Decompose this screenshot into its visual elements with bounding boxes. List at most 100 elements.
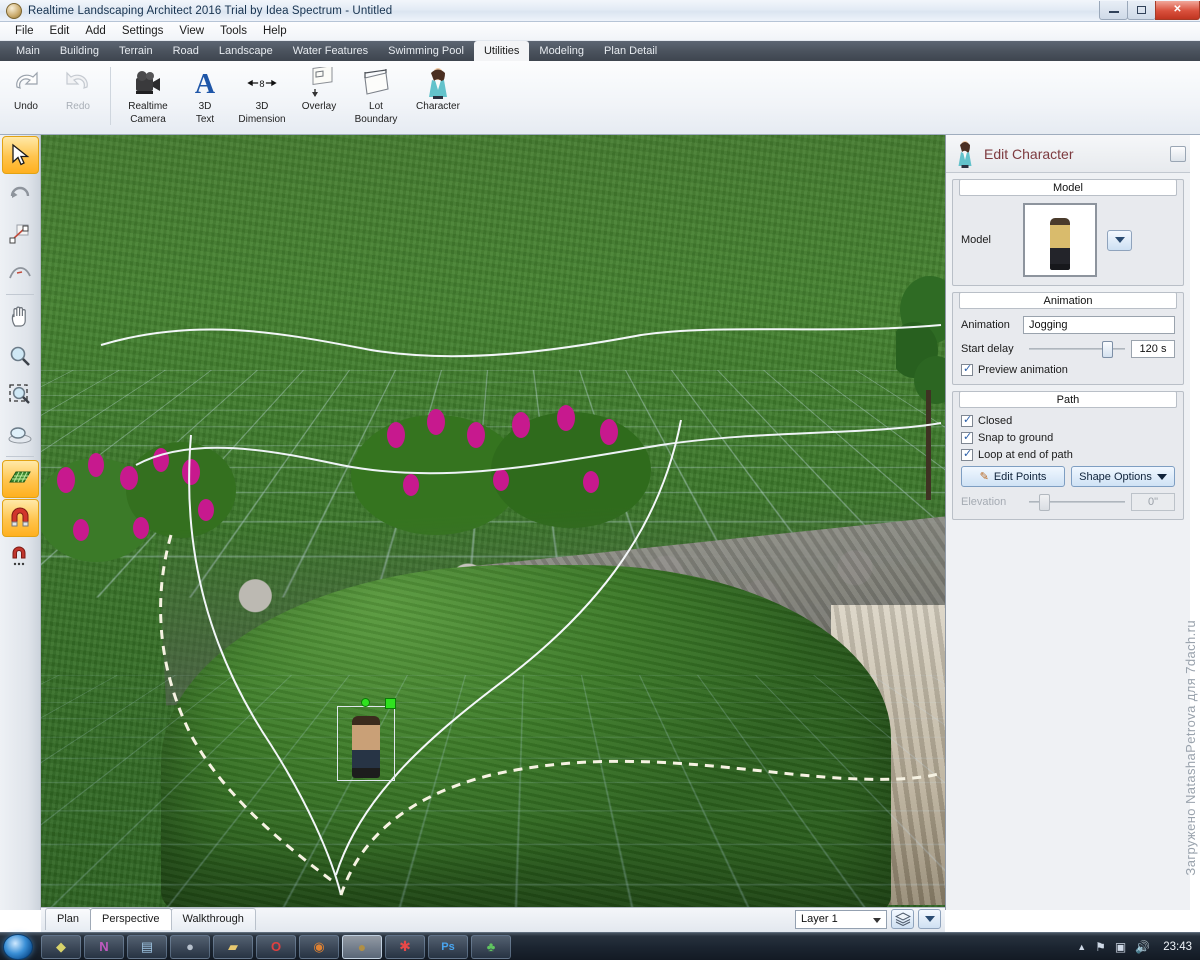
close-button[interactable]: ✕: [1155, 0, 1200, 20]
realtime-camera-button[interactable]: Realtime Camera: [117, 64, 179, 125]
watermark-text: Загружено NatashaPetrova для 7dach.ru: [1183, 620, 1198, 876]
undo-arrow-icon: [16, 71, 38, 89]
menu-item-tools[interactable]: Tools: [212, 23, 255, 39]
path-button-row: ✎ Edit Points Shape Options: [961, 466, 1175, 487]
taskbar-item-landscaping[interactable]: ●: [342, 934, 382, 959]
3d-viewport[interactable]: ✋: [41, 135, 945, 907]
dimension-arrows-icon: 8: [247, 79, 277, 89]
tab-swimming-pool[interactable]: Swimming Pool: [378, 41, 474, 61]
menu-item-add[interactable]: Add: [77, 23, 113, 39]
closed-checkbox[interactable]: Closed: [961, 413, 1175, 427]
view-tab-walkthrough[interactable]: Walkthrough: [170, 908, 256, 930]
snap-to-ground-label: Snap to ground: [978, 432, 1054, 444]
maple-icon: ✱: [399, 938, 411, 954]
tab-plan-detail[interactable]: Plan Detail: [594, 41, 667, 61]
zoom-extents-icon: [8, 427, 32, 444]
taskbar-clock[interactable]: 23:43: [1163, 941, 1192, 953]
chevron-down-icon: [873, 917, 881, 923]
tab-water-features[interactable]: Water Features: [283, 41, 378, 61]
character-model-thumbnail[interactable]: [1023, 203, 1097, 277]
taskbar-item-11[interactable]: ♣: [471, 934, 511, 959]
panel-close-button[interactable]: [1170, 145, 1186, 162]
volume-icon[interactable]: 🔊: [1135, 940, 1150, 954]
lot-boundary-button[interactable]: Lot Boundary: [345, 64, 407, 125]
model-group-title: Model: [959, 179, 1177, 196]
shape-options-button[interactable]: Shape Options: [1071, 466, 1175, 487]
character-label: Character: [416, 101, 460, 112]
taskbar-item-opera[interactable]: O: [256, 934, 296, 959]
view-tab-perspective[interactable]: Perspective: [90, 908, 172, 930]
snap-to-ground-checkbox[interactable]: Snap to ground: [961, 430, 1175, 444]
undo-button[interactable]: Undo: [0, 64, 52, 112]
action-center-flag-icon[interactable]: ⚑: [1095, 940, 1106, 954]
menu-item-view[interactable]: View: [171, 23, 212, 39]
pan-tool[interactable]: [2, 298, 39, 336]
edit-points-tool[interactable]: [2, 214, 39, 252]
snap-magnet-tool[interactable]: [1, 499, 39, 537]
realtime-camera-label-1: Realtime: [128, 101, 168, 112]
menu-item-settings[interactable]: Settings: [114, 23, 172, 39]
edit-point-icon: [9, 224, 29, 244]
zoom-window-tool[interactable]: [2, 376, 39, 414]
redo-button[interactable]: Redo: [52, 64, 104, 112]
closed-label: Closed: [978, 415, 1013, 427]
green-scale-handle[interactable]: [385, 698, 396, 709]
animation-group-body: Animation Jogging Start delay 120 s Prev…: [953, 310, 1183, 384]
grid-tool[interactable]: [1, 460, 39, 498]
tab-modeling[interactable]: Modeling: [529, 41, 594, 61]
tab-building[interactable]: Building: [50, 41, 109, 61]
taskbar-item-photoshop[interactable]: Ps: [428, 934, 468, 959]
minimize-button[interactable]: [1099, 0, 1128, 20]
selected-character-bbox[interactable]: [337, 706, 395, 781]
taskbar-item-maple[interactable]: ✱: [385, 934, 425, 959]
tab-utilities[interactable]: Utilities: [473, 41, 530, 61]
taskbar-item-4[interactable]: ●: [170, 934, 210, 959]
3d-text-label-2: Text: [195, 114, 215, 125]
layers-button[interactable]: [891, 909, 914, 929]
slider-knob[interactable]: [1101, 341, 1113, 358]
start-delay-value[interactable]: 120 s: [1131, 340, 1175, 358]
taskbar-item-chrome[interactable]: ◉: [299, 934, 339, 959]
preview-animation-label: Preview animation: [978, 364, 1068, 376]
taskbar-item-3[interactable]: ▤: [127, 934, 167, 959]
show-hidden-icons-button[interactable]: ▲: [1077, 942, 1086, 952]
curve-tool[interactable]: [2, 253, 39, 291]
animation-value-field[interactable]: Jogging: [1023, 316, 1175, 334]
taskbar-item-onenote[interactable]: N: [84, 934, 124, 959]
zoom-tool[interactable]: [2, 337, 39, 375]
network-icon[interactable]: ▣: [1115, 940, 1126, 954]
path-group-title: Path: [959, 391, 1177, 408]
menu-item-help[interactable]: Help: [255, 23, 295, 39]
3d-text-button[interactable]: A 3D Text: [179, 64, 231, 125]
layer-select[interactable]: Layer 1: [795, 909, 887, 929]
layer-dropdown-button[interactable]: [918, 909, 941, 929]
tab-landscape[interactable]: Landscape: [209, 41, 283, 61]
edit-points-button[interactable]: ✎ Edit Points: [961, 466, 1065, 487]
view-tab-plan[interactable]: Plan: [45, 908, 92, 930]
rotate-tool[interactable]: [2, 175, 39, 213]
loop-at-end-label: Loop at end of path: [978, 449, 1073, 461]
select-arrow-tool[interactable]: [1, 136, 39, 174]
green-rotate-handle[interactable]: [361, 698, 370, 707]
start-button[interactable]: [3, 933, 33, 960]
menu-item-file[interactable]: File: [7, 23, 42, 39]
snap-options-tool[interactable]: [2, 538, 39, 576]
animation-group: Animation Animation Jogging Start delay …: [952, 292, 1184, 385]
tab-terrain[interactable]: Terrain: [109, 41, 163, 61]
model-dropdown-button[interactable]: [1107, 229, 1132, 251]
maximize-button[interactable]: [1127, 0, 1156, 20]
preview-animation-checkbox[interactable]: Preview animation: [961, 362, 1175, 376]
taskbar-item-1[interactable]: ◆: [41, 934, 81, 959]
menu-item-edit[interactable]: Edit: [42, 23, 78, 39]
tab-road[interactable]: Road: [163, 41, 209, 61]
onenote-icon: N: [99, 939, 109, 954]
checkbox-box: [961, 430, 973, 444]
zoom-extents-tool[interactable]: [2, 415, 39, 453]
loop-at-end-checkbox[interactable]: Loop at end of path: [961, 447, 1175, 461]
taskbar-item-explorer[interactable]: ▰: [213, 934, 253, 959]
start-delay-slider[interactable]: [1029, 341, 1125, 358]
tab-main[interactable]: Main: [6, 41, 50, 61]
character-button[interactable]: Character: [407, 64, 469, 112]
overlay-button[interactable]: Overlay: [293, 64, 345, 112]
3d-dimension-button[interactable]: 8 3D Dimension: [231, 64, 293, 125]
